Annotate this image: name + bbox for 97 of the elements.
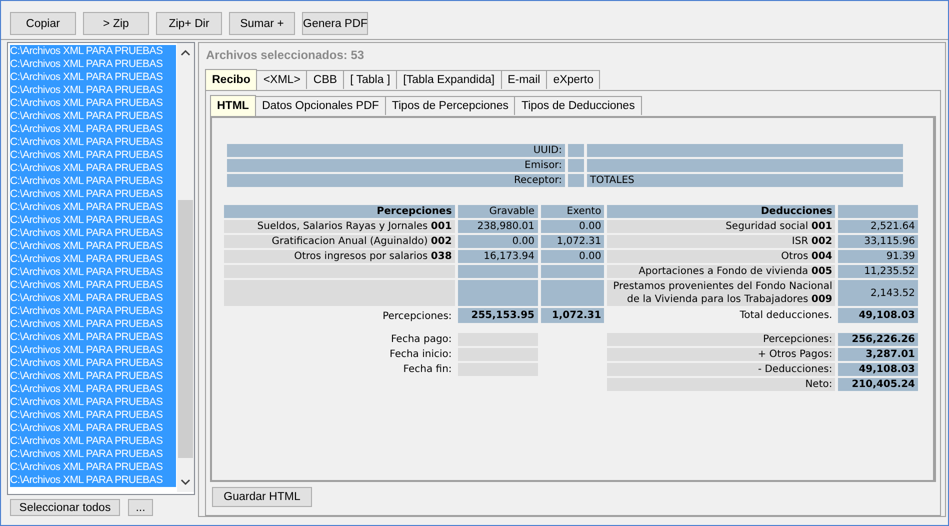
table-cell: 238,980.01: [458, 220, 538, 233]
table-cell: [540, 265, 604, 278]
file-list-item[interactable]: C:\Archivos XML PARA PRUEBAS: [10, 188, 176, 201]
perception-concept: Otros ingresos por salarios 038: [224, 250, 455, 263]
table-cell: 11,235.52: [838, 265, 918, 278]
date-label: Fecha inicio:: [388, 348, 453, 361]
total-label: Percepciones:: [382, 310, 453, 323]
file-list-item[interactable]: C:\Archivos XML PARA PRUEBAS: [10, 214, 176, 227]
file-list-item[interactable]: C:\Archivos XML PARA PRUEBAS: [10, 175, 176, 188]
tab[interactable]: eXperto: [546, 70, 600, 89]
toolbar-button[interactable]: > Zip: [83, 12, 149, 35]
info-value: TOTALES: [584, 174, 903, 187]
file-list-item[interactable]: C:\Archivos XML PARA PRUEBAS: [10, 201, 176, 214]
save-html-button[interactable]: Guardar HTML: [212, 487, 312, 507]
column-header: Gravable: [458, 205, 538, 218]
table-cell: 16,173.94: [458, 250, 538, 263]
file-list-item[interactable]: C:\Archivos XML PARA PRUEBAS: [10, 305, 176, 318]
select-all-button[interactable]: Seleccionar todos: [10, 499, 120, 516]
summary-label: Percepciones:: [607, 333, 836, 346]
file-list-item[interactable]: C:\Archivos XML PARA PRUEBAS: [10, 227, 176, 240]
file-list-item[interactable]: C:\Archivos XML PARA PRUEBAS: [10, 318, 176, 331]
file-list-item[interactable]: C:\Archivos XML PARA PRUEBAS: [10, 266, 176, 279]
table-cell: [540, 280, 604, 306]
file-list-item[interactable]: C:\Archivos XML PARA PRUEBAS: [10, 344, 176, 357]
summary-value: 256,226.26: [838, 333, 918, 346]
table-cell: 0.00: [540, 220, 604, 233]
total-value: 1,072.31: [540, 308, 604, 323]
table-cell: 0.00: [540, 250, 604, 263]
table-cell: 2,143.52: [838, 280, 918, 306]
date-label: Fecha pago:: [390, 333, 453, 346]
deduction-concept: ISR 002: [607, 235, 836, 248]
file-list-item[interactable]: C:\Archivos XML PARA PRUEBAS: [10, 409, 176, 422]
summary-value: 3,287.01: [838, 348, 918, 361]
date-label: Fecha fin:: [402, 363, 453, 376]
toolbar-button[interactable]: Zip+ Dir: [156, 12, 222, 35]
perception-concept: Gratificacion Anual (Aguinaldo) 002: [224, 235, 455, 248]
info-label: Receptor:: [227, 174, 565, 187]
total-value: 49,108.03: [838, 308, 918, 323]
file-list-item[interactable]: C:\Archivos XML PARA PRUEBAS: [10, 136, 176, 149]
file-list-item[interactable]: C:\Archivos XML PARA PRUEBAS: [10, 71, 176, 84]
file-list-item[interactable]: C:\Archivos XML PARA PRUEBAS: [10, 123, 176, 136]
table-cell: 1,072.31: [540, 235, 604, 248]
tab[interactable]: Recibo: [205, 69, 258, 90]
file-list-item[interactable]: C:\Archivos XML PARA PRUEBAS: [10, 331, 176, 344]
file-list-item[interactable]: C:\Archivos XML PARA PRUEBAS: [10, 240, 176, 253]
file-list-item[interactable]: C:\Archivos XML PARA PRUEBAS: [10, 396, 176, 409]
file-list-item[interactable]: C:\Archivos XML PARA PRUEBAS: [10, 474, 176, 487]
file-list[interactable]: [7, 42, 195, 495]
file-list-item[interactable]: C:\Archivos XML PARA PRUEBAS: [10, 253, 176, 266]
more-button[interactable]: ...: [128, 499, 153, 516]
summary-value: 210,405.24: [838, 378, 918, 391]
tab[interactable]: HTML: [210, 95, 256, 116]
selected-count: Archivos seleccionados: 53: [205, 47, 366, 64]
total-label: Total deducciones.: [738, 309, 834, 323]
info-label: Emisor:: [227, 159, 565, 172]
table-cell: [565, 159, 584, 172]
toolbar-button[interactable]: Genera PDF: [302, 12, 368, 35]
file-list-item[interactable]: C:\Archivos XML PARA PRUEBAS: [10, 422, 176, 435]
tab[interactable]: Tipos de Deducciones: [514, 96, 642, 115]
scrollbar[interactable]: [177, 43, 194, 492]
file-list-item[interactable]: C:\Archivos XML PARA PRUEBAS: [10, 292, 176, 305]
file-list-item[interactable]: C:\Archivos XML PARA PRUEBAS: [10, 58, 176, 71]
file-list-item[interactable]: C:\Archivos XML PARA PRUEBAS: [10, 149, 176, 162]
toolbar-button[interactable]: Copiar: [10, 12, 76, 35]
perception-concept: Sueldos, Salarios Rayas y Jornales 001: [224, 220, 455, 233]
file-list-item[interactable]: C:\Archivos XML PARA PRUEBAS: [10, 461, 176, 474]
summary-value: 49,108.03: [838, 363, 918, 376]
file-list-item[interactable]: C:\Archivos XML PARA PRUEBAS: [10, 357, 176, 370]
file-list-item[interactable]: C:\Archivos XML PARA PRUEBAS: [10, 279, 176, 292]
table-cell: 0.00: [458, 235, 538, 248]
deduction-concept: Prestamos provenientes del Fondo Nacional de la Vivienda para los Trabajadores 009: [607, 280, 836, 306]
table-cell: 91.39: [838, 250, 918, 263]
table-cell: 33,115.96: [838, 235, 918, 248]
summary-label: + Otros Pagos:: [607, 348, 836, 361]
file-list-item[interactable]: C:\Archivos XML PARA PRUEBAS: [10, 84, 176, 97]
column-header: Percepciones: [224, 205, 455, 218]
file-list-item[interactable]: C:\Archivos XML PARA PRUEBAS: [10, 370, 176, 383]
file-list-item[interactable]: C:\Archivos XML PARA PRUEBAS: [10, 97, 176, 110]
column-header: Exento: [540, 205, 604, 218]
table-cell: 2,521.64: [838, 220, 918, 233]
toolbar-button[interactable]: Sumar +: [229, 12, 295, 35]
info-label: UUID:: [227, 144, 565, 157]
file-list-item[interactable]: C:\Archivos XML PARA PRUEBAS: [10, 45, 176, 58]
deduction-concept: Seguridad social 001: [607, 220, 836, 233]
file-list-item[interactable]: C:\Archivos XML PARA PRUEBAS: [10, 110, 176, 123]
table-cell: [565, 174, 584, 187]
summary-label: Neto:: [607, 378, 836, 391]
file-list-item[interactable]: C:\Archivos XML PARA PRUEBAS: [10, 162, 176, 175]
column-header: Deducciones: [607, 205, 836, 218]
table-cell: [565, 144, 584, 157]
total-value: 255,153.95: [458, 308, 538, 323]
deduction-concept: Aportaciones a Fondo de vivienda 005: [607, 265, 836, 278]
deduction-concept: Otros 004: [607, 250, 836, 263]
file-list-item[interactable]: C:\Archivos XML PARA PRUEBAS: [10, 383, 176, 396]
file-list-item[interactable]: C:\Archivos XML PARA PRUEBAS: [10, 435, 176, 448]
summary-label: - Deducciones:: [607, 363, 836, 376]
file-list-item[interactable]: C:\Archivos XML PARA PRUEBAS: [10, 448, 176, 461]
